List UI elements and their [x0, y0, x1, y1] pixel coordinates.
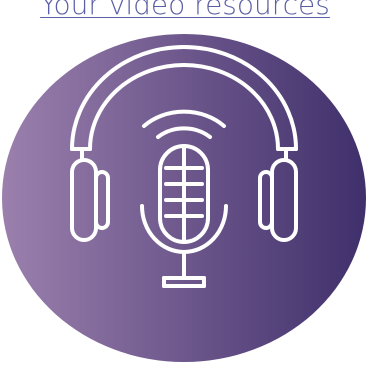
podcast-headphones-microphone-icon — [2, 34, 366, 362]
resource-tile: Your video resources — [0, 0, 370, 370]
podcast-badge[interactable] — [2, 34, 366, 362]
video-resources-link[interactable]: Your video resources — [0, 0, 370, 23]
